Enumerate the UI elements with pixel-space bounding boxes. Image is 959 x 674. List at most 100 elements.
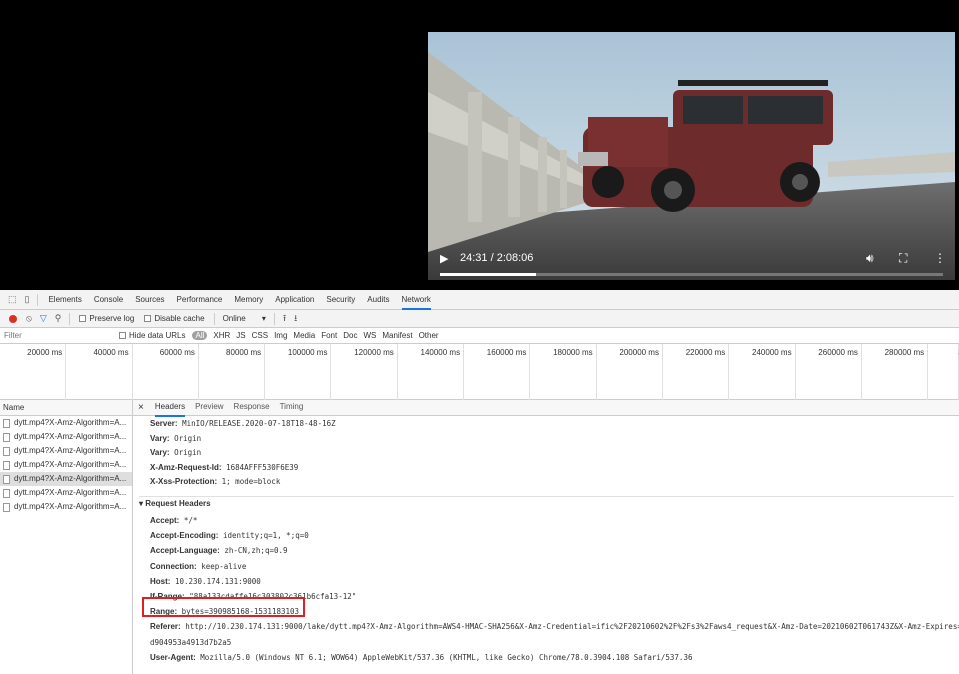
- timeline-tick: 280000 ms: [862, 344, 929, 400]
- timeline-tick-label: 20000 ms: [27, 348, 63, 357]
- file-icon: [3, 488, 10, 498]
- device-toolbar-icon[interactable]: ▯: [25, 294, 30, 305]
- file-icon: [3, 502, 10, 512]
- video-player-area: ▶ 24:31 / 2:08:06 🔊︎ ⛶ ⋮: [0, 0, 959, 290]
- request-name: dytt.mp4?X-Amz-Algorithm=A...: [14, 446, 127, 455]
- request-rows: dytt.mp4?X-Amz-Algorithm=A... dytt.mp4?X-…: [0, 416, 132, 514]
- tab-security[interactable]: Security: [326, 290, 355, 310]
- filter-type-doc[interactable]: Doc: [343, 331, 357, 340]
- header-value: Mozilla/5.0 (Windows NT 6.1; WOW64) Appl…: [200, 652, 693, 662]
- request-row[interactable]: dytt.mp4?X-Amz-Algorithm=A...: [0, 444, 132, 458]
- throttle-select[interactable]: Online ▾: [223, 314, 266, 323]
- video-scene: [428, 32, 955, 280]
- detail-tab-timing[interactable]: Timing: [280, 399, 304, 417]
- timeline-tick-label: 220000 ms: [685, 348, 726, 357]
- video-progress-fill: [440, 273, 537, 276]
- request-row[interactable]: dytt.mp4?X-Amz-Algorithm=A...: [0, 430, 132, 444]
- tab-sources[interactable]: Sources: [135, 290, 164, 310]
- request-row[interactable]: dytt.mp4?X-Amz-Algorithm=A...: [0, 500, 132, 514]
- inspect-element-icon[interactable]: ⬚: [8, 294, 17, 305]
- name-column-header[interactable]: Name: [0, 400, 132, 416]
- filter-type-manifest[interactable]: Manifest: [382, 331, 412, 340]
- header-line: Accept-Language: zh-CN,zh;q=0.9: [150, 545, 288, 557]
- header-value: MinIO/RELEASE.2020-07-18T18-48-16Z: [182, 419, 336, 428]
- filter-type-ws[interactable]: WS: [363, 331, 376, 340]
- header-key: Accept-Encoding:: [150, 531, 219, 541]
- disable-cache-checkbox[interactable]: Disable cache: [144, 314, 205, 323]
- filter-type-img[interactable]: Img: [274, 331, 287, 340]
- timeline-tick: 200000 ms: [597, 344, 663, 400]
- timeline-tick: 220000 ms: [663, 344, 730, 400]
- tab-memory[interactable]: Memory: [234, 290, 263, 310]
- video-time: 24:31 / 2:08:06: [460, 252, 534, 264]
- hide-data-urls-label: Hide data URLs: [129, 331, 186, 340]
- checkbox-box[interactable]: [144, 315, 152, 322]
- tab-performance[interactable]: Performance: [177, 290, 223, 310]
- hide-data-urls-checkbox[interactable]: Hide data URLs: [119, 331, 185, 340]
- preserve-log-checkbox[interactable]: Preserve log: [79, 314, 134, 323]
- detail-tab-response[interactable]: Response: [234, 399, 270, 417]
- detail-tab-headers[interactable]: Headers: [154, 399, 186, 417]
- filter-type-all[interactable]: All: [192, 331, 208, 340]
- filter-type-other[interactable]: Other: [419, 331, 439, 340]
- timeline-tick-label: 80000 ms: [226, 348, 262, 357]
- file-icon: [3, 446, 10, 456]
- filter-type-media[interactable]: Media: [293, 331, 315, 340]
- more-vert-icon[interactable]: ⋮: [934, 251, 946, 265]
- header-key: Accept-Language:: [150, 546, 220, 556]
- network-toolbar: ⦸ ▽ ⚲ Preserve log Disable cache Online …: [0, 310, 959, 328]
- header-key: User-Agent:: [150, 652, 196, 662]
- close-icon[interactable]: ×: [138, 400, 144, 416]
- timeline-tick: 240000 ms: [729, 344, 796, 400]
- header-key: Host:: [150, 576, 171, 586]
- timeline-tick-label: 260000 ms: [818, 348, 858, 357]
- header-key: Connection:: [150, 561, 197, 571]
- request-row[interactable]: dytt.mp4?X-Amz-Algorithm=A...: [0, 416, 132, 430]
- filter-type-js[interactable]: JS: [236, 331, 245, 340]
- file-icon: [3, 460, 10, 470]
- filter-type-css[interactable]: CSS: [252, 331, 268, 340]
- request-name: dytt.mp4?X-Amz-Algorithm=A...: [14, 432, 127, 441]
- file-icon: [3, 474, 10, 484]
- record-icon[interactable]: [9, 314, 17, 323]
- volume-icon[interactable]: 🔊︎: [866, 251, 874, 266]
- detail-tab-list: Headers Preview Response Timing: [150, 399, 308, 417]
- timeline-tick-label: 280000 ms: [884, 348, 925, 357]
- play-icon[interactable]: ▶: [440, 252, 448, 265]
- tab-network[interactable]: Network: [401, 290, 431, 310]
- header-key: Vary:: [150, 433, 170, 443]
- detail-tab-preview[interactable]: Preview: [195, 399, 223, 417]
- network-filterbar: Hide data URLs All XHR JS CSS Img Media Font Do…: [0, 328, 959, 344]
- request-headers-section-title[interactable]: ▾ Request Headers: [139, 496, 954, 508]
- clear-icon[interactable]: ⦸: [26, 313, 32, 324]
- file-icon: [3, 432, 10, 442]
- export-har-icon[interactable]: ⭳: [294, 311, 297, 327]
- request-row[interactable]: dytt.mp4?X-Amz-Algorithm=A...: [0, 458, 132, 472]
- timeline-tick-label: 240000 ms: [752, 348, 792, 357]
- filter-type-xhr[interactable]: XHR: [213, 331, 230, 340]
- network-timeline-overview[interactable]: 20000 ms 40000 ms 60000 ms 80000 ms 100000 m…: [0, 344, 959, 400]
- tab-console[interactable]: Console: [94, 290, 123, 310]
- import-har-icon[interactable]: ⭱: [283, 311, 286, 327]
- checkbox-box[interactable]: [79, 315, 87, 322]
- devtools-tabbar: ⬚ ▯ Elements Console Sources Performance Mem…: [0, 290, 959, 310]
- tab-application[interactable]: Application: [275, 290, 314, 310]
- request-detail-pane: × Headers Preview Response Timing Server: M…: [133, 400, 959, 674]
- video-frame[interactable]: [428, 32, 955, 280]
- request-row[interactable]: dytt.mp4?X-Amz-Algorithm=A...: [0, 472, 132, 486]
- tab-elements[interactable]: Elements: [48, 290, 81, 310]
- filter-type-font[interactable]: Font: [321, 331, 337, 340]
- checkbox-box[interactable]: [119, 332, 126, 339]
- request-row[interactable]: dytt.mp4?X-Amz-Algorithm=A...: [0, 486, 132, 500]
- header-key: Referer:: [150, 622, 181, 632]
- search-icon[interactable]: ⚲: [55, 313, 62, 324]
- fullscreen-icon[interactable]: ⛶: [899, 251, 907, 266]
- divider: [213, 312, 215, 325]
- request-name: dytt.mp4?X-Amz-Algorithm=A...: [14, 488, 127, 497]
- timeline-tick: 100000 ms: [265, 344, 332, 400]
- tab-audits[interactable]: Audits: [367, 290, 389, 310]
- filter-icon[interactable]: ▽: [40, 313, 47, 324]
- video-progress-bar[interactable]: [440, 273, 943, 276]
- filter-input[interactable]: [0, 328, 115, 343]
- header-line: d904953a4913d7b2a5: [150, 637, 231, 649]
